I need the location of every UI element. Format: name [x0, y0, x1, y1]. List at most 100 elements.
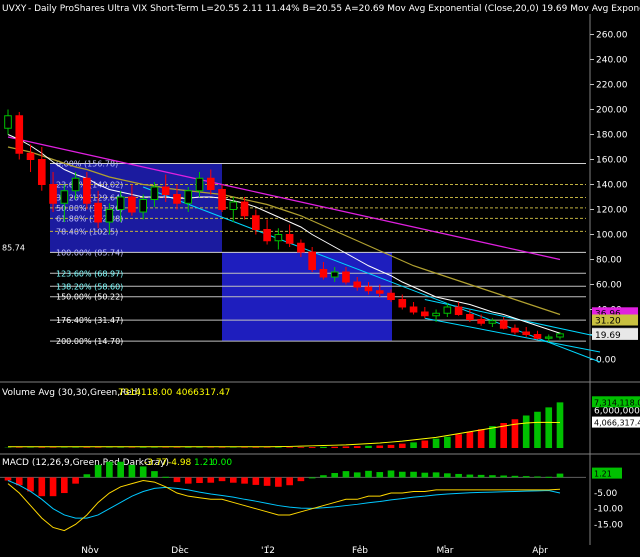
macd-histogram-bar	[432, 472, 440, 478]
volume-bar	[342, 446, 350, 448]
macd-histogram-bar	[252, 477, 260, 485]
candle-body	[218, 189, 226, 210]
macd-histogram-bar	[410, 471, 417, 478]
macd-histogram-bar	[151, 471, 158, 478]
volume-bar	[477, 429, 485, 448]
macd-histogram-bar	[38, 477, 46, 497]
macd-histogram-bar	[241, 477, 248, 484]
macd-histogram-bar	[83, 474, 91, 478]
fib-left-value: 85.74	[2, 243, 25, 252]
macd-histogram-bar	[4, 477, 12, 481]
macd-histogram-bar	[139, 466, 147, 478]
macd-histogram-bar	[511, 475, 519, 478]
macd-histogram-bar	[286, 477, 293, 486]
macd-histogram-bar	[27, 477, 34, 492]
price-tick-label: 80.00	[596, 256, 622, 266]
price-tick-label: 140.00	[596, 181, 628, 191]
macd-histogram-bar	[365, 470, 372, 478]
macd-histogram-bar	[184, 477, 192, 484]
macd-histogram-bar	[376, 472, 384, 478]
volume-bar	[545, 407, 553, 448]
price-tick-label: 200.00	[596, 106, 628, 116]
candle-body	[544, 336, 553, 339]
candle-body	[274, 234, 283, 242]
candle-body	[26, 152, 35, 160]
fib-label: 200.00% (14.70)	[56, 337, 123, 346]
candle-body	[206, 177, 215, 190]
macd-histogram-bar	[444, 473, 451, 478]
price-tick-label: 60.00	[596, 281, 622, 291]
volume-marker-label: 7,314,118.00	[594, 398, 640, 407]
candle-body	[409, 306, 418, 313]
candle-body	[105, 209, 114, 223]
candle-body	[454, 306, 463, 315]
candle-body	[83, 177, 91, 204]
volume-value-2: 4066317.47	[176, 388, 230, 398]
macd-histogram-bar	[387, 470, 395, 478]
candle-body	[342, 271, 350, 283]
candle-body	[556, 333, 564, 338]
macd-histogram-bar	[297, 477, 305, 482]
candle-body	[421, 311, 429, 317]
macd-histogram-bar	[106, 461, 113, 478]
volume-bar	[421, 440, 429, 448]
chart-title: - Daily ProShares Ultra VIX Short-Term L…	[28, 4, 640, 14]
candle-body	[330, 271, 339, 278]
fib-label: 78.40% (102.5)	[56, 227, 118, 236]
candle-body	[128, 196, 136, 213]
volume-bar	[320, 446, 327, 448]
macd-histogram-bar	[455, 473, 462, 478]
volume-bar	[489, 426, 496, 448]
macd-histogram-bar	[72, 477, 79, 484]
macd-tick-label: -15.00	[594, 520, 623, 530]
volume-marker-label: 4,066,317.47	[594, 419, 640, 428]
macd-value-4: 0.00	[212, 458, 232, 468]
fib-label: 176.40% (31.47)	[56, 316, 123, 325]
macd-value-1: -3.77	[144, 458, 167, 468]
macd-value-2: -4.98	[168, 458, 192, 468]
candle-body	[71, 177, 80, 192]
macd-tick-label: -10.00	[594, 505, 623, 515]
macd-marker-label: 1.21	[594, 470, 612, 479]
volume-bar	[556, 402, 564, 448]
candle-body	[285, 234, 294, 244]
macd-histogram-bar	[128, 464, 136, 478]
fib-label: 138.20% (58.60)	[56, 282, 123, 291]
candle-body	[466, 314, 474, 320]
macd-histogram-bar	[545, 476, 553, 478]
macd-histogram-bar	[61, 477, 68, 494]
candle-body	[240, 201, 249, 217]
candle-body	[375, 290, 384, 294]
candle-body	[432, 312, 440, 317]
macd-histogram-bar	[196, 477, 203, 484]
candle-body	[522, 331, 531, 335]
candle-body	[387, 292, 395, 300]
price-tick-label: 180.00	[596, 131, 628, 141]
macd-histogram-bar	[500, 475, 507, 478]
candle-body	[184, 190, 193, 204]
volume-bar	[331, 446, 339, 448]
candle-body	[533, 334, 542, 339]
price-tick-label: 0.00	[596, 356, 616, 366]
price-tick-label: 120.00	[596, 206, 628, 216]
candle-body	[49, 184, 57, 204]
volume-tick-label: 6,000,000.00	[594, 407, 640, 417]
candle-body	[150, 186, 159, 200]
candle-body	[252, 215, 260, 230]
symbol-label: UVXY	[2, 4, 27, 14]
macd-histogram-bar	[117, 461, 124, 478]
macd-histogram-bar	[275, 477, 282, 487]
macd-histogram-bar	[162, 476, 170, 478]
volume-bar	[534, 411, 541, 448]
candle-body	[443, 306, 452, 314]
candle-body	[4, 115, 12, 129]
candle-body	[15, 115, 24, 154]
candle-body	[297, 242, 305, 253]
macd-histogram-bar	[353, 472, 361, 478]
price-tick-label: 100.00	[596, 231, 628, 241]
fib-label: 100.00% (85.74)	[56, 248, 123, 257]
macd-histogram-bar	[331, 473, 339, 478]
candle-body	[353, 281, 362, 288]
candle-body	[477, 319, 485, 324]
fib-label: 150.00% (50.22)	[56, 293, 123, 302]
